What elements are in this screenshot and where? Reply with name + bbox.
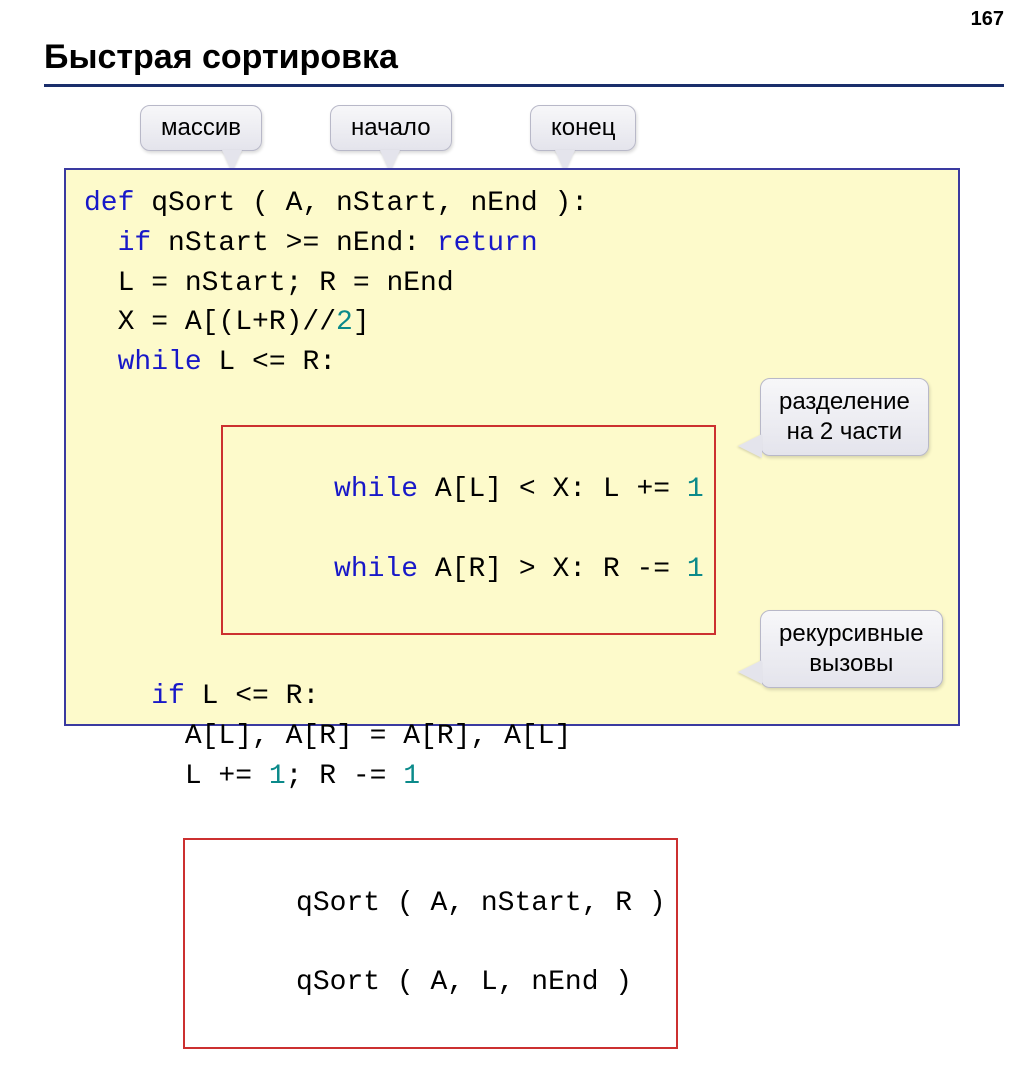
label-array: массив	[140, 105, 262, 151]
callout-split-tail	[738, 434, 762, 458]
code-line-5: while L <= R:	[84, 343, 940, 383]
inner-recursive-box: qSort ( A, nStart, R ) qSort ( A, L, nEn…	[114, 798, 940, 1088]
code-line-9: A[L], A[R] = A[R], A[L]	[84, 717, 940, 757]
page-number: 167	[971, 8, 1004, 31]
code-line-1: def qSort ( A, nStart, nEnd ):	[84, 184, 940, 224]
label-end: конец	[530, 105, 636, 151]
code-line-4: X = A[(L+R)//2]	[84, 303, 940, 343]
code-line-3: L = nStart; R = nEnd	[84, 264, 940, 304]
slide-title: Быстрая сортировка	[44, 38, 398, 77]
label-start: начало	[330, 105, 452, 151]
callout-recursive: рекурсивныевызовы	[760, 610, 943, 688]
title-underline	[44, 84, 1004, 87]
code-line-2: if nStart >= nEnd: return	[84, 224, 940, 264]
code-line-10: L += 1; R -= 1	[84, 757, 940, 797]
callout-recursive-tail	[738, 660, 762, 684]
callout-split: разделениена 2 части	[760, 378, 929, 456]
